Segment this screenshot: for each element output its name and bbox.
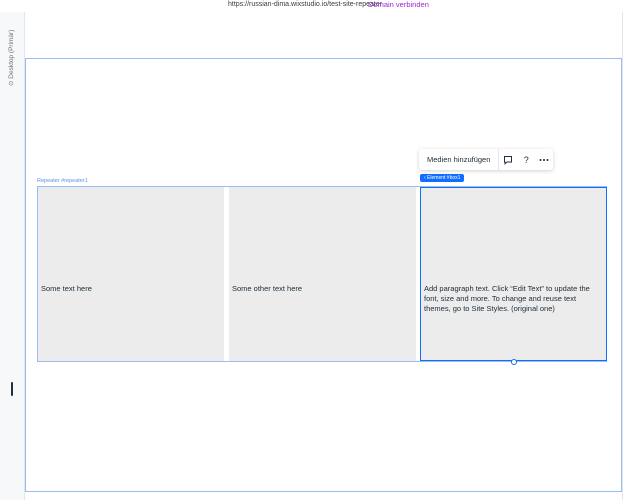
more-icon[interactable]: [535, 149, 553, 170]
breakpoint-label-text: Desktop (Primär): [8, 29, 15, 79]
monitor-icon: ⊙: [8, 78, 15, 86]
element-breadcrumb[interactable]: ‹ Element #box1: [420, 174, 465, 182]
left-gutter: ⊙ Desktop (Primär): [0, 12, 25, 500]
connect-domain-link[interactable]: Domain verbinden: [368, 0, 429, 9]
site-url: https://russian-dima.wixstudio.io/test-s…: [228, 1, 383, 8]
url-bar: https://russian-dima.wixstudio.io/test-s…: [0, 0, 634, 12]
right-gutter: [622, 12, 634, 500]
bottom-resize-handle[interactable]: [511, 359, 517, 365]
item-text[interactable]: Add paragraph text. Click “Edit Text” to…: [424, 284, 604, 314]
header-section[interactable]: [25, 12, 623, 59]
repeater-label: Repeater #repeater1: [37, 178, 88, 184]
repeater-item-selected[interactable]: Add paragraph text. Click “Edit Text” to…: [420, 187, 607, 361]
item-text[interactable]: Some text here: [41, 284, 92, 294]
resize-handle-left[interactable]: [11, 382, 13, 396]
repeater-item[interactable]: Some text here: [38, 187, 224, 361]
repeater-item[interactable]: Some other text here: [229, 187, 416, 361]
breakpoint-label[interactable]: ⊙ Desktop (Primär): [7, 30, 15, 86]
floating-toolbar: Medien hinzufügen ?: [419, 149, 553, 170]
comment-icon[interactable]: [499, 149, 517, 170]
help-icon[interactable]: ?: [517, 149, 535, 170]
item-divider: [224, 187, 228, 361]
item-text[interactable]: Some other text here: [232, 284, 302, 294]
add-media-button[interactable]: Medien hinzufügen: [419, 149, 500, 170]
